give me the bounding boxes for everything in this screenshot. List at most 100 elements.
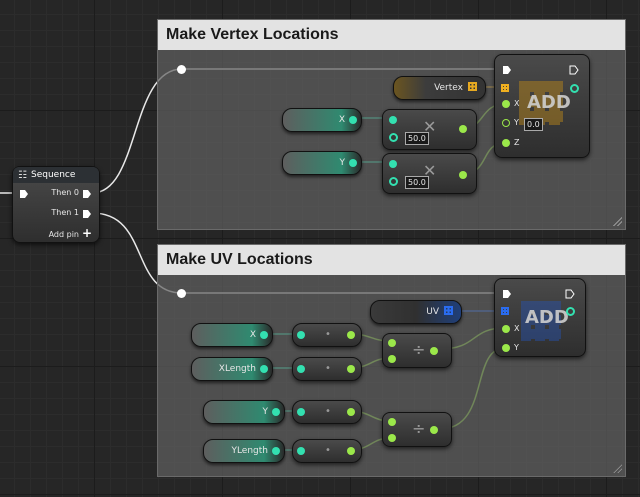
multiply-node-1[interactable]: ✕ 50.0 (382, 109, 477, 150)
resize-handle-icon[interactable] (612, 216, 622, 226)
multiply-input-b-pin[interactable] (389, 177, 398, 186)
plus-icon[interactable]: + (82, 226, 92, 240)
conversion-output-pin[interactable] (347, 408, 355, 416)
uv-array-grid-icon[interactable] (444, 306, 453, 315)
add-vertex-y-pin[interactable] (502, 119, 510, 127)
add-uv-x-pin[interactable] (502, 325, 510, 333)
add-uv-y-pin[interactable] (502, 344, 510, 352)
sequence-title: Sequence (31, 170, 76, 180)
divide-input-a-pin[interactable] (388, 339, 396, 347)
divide-node-x[interactable]: ÷ (382, 333, 452, 368)
add-uv-array-pin-icon[interactable] (501, 307, 509, 315)
uv-y-variable-label: Y (262, 407, 269, 417)
conversion-input-pin[interactable] (297, 447, 305, 455)
conversion-node-xlength[interactable]: • (292, 357, 362, 381)
multiply-input-a-pin[interactable] (389, 160, 397, 168)
add-uv-exec-out-icon[interactable] (565, 289, 575, 299)
divide-node-y[interactable]: ÷ (382, 412, 452, 447)
comment-title-vertex[interactable]: Make Vertex Locations (158, 20, 625, 50)
then0-label: Then 0 (51, 188, 79, 197)
uv-x-output-pin[interactable] (260, 331, 268, 339)
then0-exec-pin-icon[interactable] (82, 189, 92, 199)
vertex-variable-node[interactable]: Vertex (393, 76, 486, 100)
add-uv-x-label: X (514, 324, 520, 333)
conversion-input-pin[interactable] (297, 331, 305, 339)
conversion-dot-icon: • (325, 329, 331, 340)
add-vertex-node[interactable]: ADD X Y 0.0 Z (494, 54, 590, 158)
add-vertex-z-pin[interactable] (502, 139, 510, 147)
y-output-pin[interactable] (349, 159, 357, 167)
conversion-output-pin[interactable] (347, 331, 355, 339)
x-variable-label: X (338, 115, 345, 125)
add-vertex-exec-out-icon[interactable] (569, 65, 579, 75)
divide-input-b-pin[interactable] (388, 434, 396, 442)
divide-input-a-pin[interactable] (388, 418, 396, 426)
add-vertex-y-label: Y (514, 118, 519, 127)
add-vertex-y-value[interactable]: 0.0 (524, 118, 543, 131)
multiply-input-a-pin[interactable] (389, 116, 397, 124)
sequence-icon: ☷ (18, 170, 27, 181)
comment-title-uv[interactable]: Make UV Locations (158, 245, 625, 275)
divide-input-b-pin[interactable] (388, 355, 396, 363)
conversion-node-ylength[interactable]: • (292, 439, 362, 463)
conversion-output-pin[interactable] (347, 365, 355, 373)
reroute-knot[interactable] (177, 65, 186, 74)
xlength-variable-label: XLength (218, 364, 256, 374)
add-uv-label: ADD (525, 307, 569, 328)
resize-handle-icon[interactable] (612, 463, 622, 473)
add-vertex-array-pin-icon[interactable] (501, 84, 509, 92)
array-grid-icon[interactable] (468, 82, 477, 91)
conversion-node-x[interactable]: • (292, 323, 362, 347)
multiply-input-b-pin[interactable] (389, 133, 398, 142)
add-vertex-output-pin[interactable] (570, 84, 579, 93)
x-variable-node[interactable]: X (282, 108, 362, 132)
exec-in-pin-icon[interactable] (19, 189, 29, 199)
multiply-output-pin[interactable] (459, 125, 467, 133)
uv-x-variable-label: X (249, 330, 256, 340)
add-pin-label[interactable]: Add pin (49, 230, 79, 239)
ylength-variable-label: YLength (231, 446, 268, 456)
then1-exec-pin-icon[interactable] (82, 209, 92, 219)
vertex-variable-label: Vertex (434, 83, 463, 93)
reroute-knot[interactable] (177, 289, 186, 298)
conversion-dot-icon: • (325, 406, 331, 417)
sequence-node-header: ☷ Sequence (13, 167, 99, 183)
divide-symbol-icon: ÷ (412, 340, 426, 359)
conversion-dot-icon: • (325, 445, 331, 456)
uv-y-output-pin[interactable] (272, 408, 280, 416)
conversion-input-pin[interactable] (297, 365, 305, 373)
ylength-output-pin[interactable] (272, 447, 280, 455)
uv-variable-label: UV (426, 307, 439, 317)
multiply-node-2[interactable]: ✕ 50.0 (382, 153, 477, 194)
multiply-output-pin[interactable] (459, 171, 467, 179)
xlength-output-pin[interactable] (260, 365, 268, 373)
y-variable-node[interactable]: Y (282, 151, 362, 175)
divide-output-pin[interactable] (430, 426, 438, 434)
multiply-1-value[interactable]: 50.0 (405, 132, 429, 145)
add-vertex-x-pin[interactable] (502, 100, 510, 108)
xlength-variable-node[interactable]: XLength (191, 357, 273, 381)
conversion-dot-icon: • (325, 363, 331, 374)
uv-x-variable-node[interactable]: X (191, 323, 273, 347)
add-vertex-exec-in-icon[interactable] (502, 65, 512, 75)
divide-output-pin[interactable] (430, 347, 438, 355)
add-vertex-label: ADD (527, 92, 571, 113)
sequence-node[interactable]: ☷ Sequence Then 0 Then 1 Add pin + (12, 166, 100, 243)
then1-label: Then 1 (51, 208, 79, 217)
x-output-pin[interactable] (349, 116, 357, 124)
conversion-input-pin[interactable] (297, 408, 305, 416)
y-variable-label: Y (339, 158, 346, 168)
add-uv-output-pin[interactable] (566, 307, 575, 316)
multiply-2-value[interactable]: 50.0 (405, 176, 429, 189)
add-uv-node[interactable]: ADD X Y (494, 278, 586, 357)
divide-symbol-icon: ÷ (412, 419, 426, 438)
add-vertex-x-label: X (514, 99, 520, 108)
uv-y-variable-node[interactable]: Y (203, 400, 285, 424)
conversion-output-pin[interactable] (347, 447, 355, 455)
uv-variable-node[interactable]: UV (370, 300, 462, 324)
ylength-variable-node[interactable]: YLength (203, 439, 285, 463)
add-vertex-z-label: Z (514, 138, 520, 147)
conversion-node-y[interactable]: • (292, 400, 362, 424)
add-uv-exec-in-icon[interactable] (502, 289, 512, 299)
add-uv-y-label: Y (514, 343, 519, 352)
